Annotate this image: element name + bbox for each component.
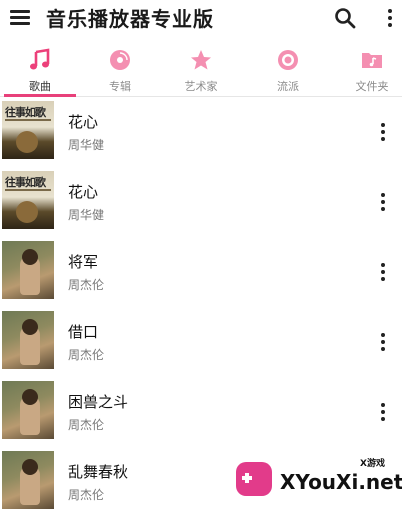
tab-albums[interactable]: 专辑	[80, 40, 160, 96]
more-vertical-icon	[388, 9, 393, 30]
tab-songs[interactable]: 歌曲	[0, 40, 80, 97]
star-icon	[191, 50, 211, 70]
album-cover	[2, 241, 54, 299]
menu-icon-bar	[10, 22, 30, 25]
song-row[interactable]: 借口 周杰伦	[0, 309, 402, 371]
song-title: 困兽之斗	[68, 393, 129, 411]
album-cover: 往事如歌	[2, 171, 54, 229]
menu-icon-bar	[10, 16, 30, 19]
song-artist: 周杰伦	[68, 278, 105, 292]
menu-icon-bar	[10, 10, 30, 13]
song-artist: 周杰伦	[68, 418, 105, 432]
song-more-button[interactable]	[374, 261, 394, 283]
song-title: 借口	[68, 323, 99, 341]
watermark: X游戏 XYouXi.net	[232, 450, 402, 510]
album-cover	[2, 311, 54, 369]
folder-music-icon	[362, 53, 382, 68]
tab-label: 艺术家	[184, 80, 218, 93]
search-icon	[335, 8, 356, 29]
tab-bar: 歌曲 专辑 艺术家 流派 文件夹	[0, 40, 402, 97]
disc-icon	[110, 50, 130, 70]
song-row[interactable]: 往事如歌 花心 周华健	[0, 169, 402, 231]
tab-label: 专辑	[109, 80, 131, 93]
genre-disc-icon	[278, 50, 298, 70]
watermark-small-label: X游戏	[360, 459, 385, 469]
app-title: 音乐播放器专业版	[46, 7, 214, 31]
music-note-icon	[30, 48, 50, 70]
more-vertical-icon	[381, 263, 386, 284]
song-artist: 周杰伦	[68, 488, 105, 502]
album-cover	[2, 381, 54, 439]
active-tab-indicator	[4, 94, 76, 97]
song-more-button[interactable]	[374, 331, 394, 353]
tab-genres[interactable]: 流派	[248, 40, 328, 96]
song-row[interactable]: 将军 周杰伦	[0, 239, 402, 301]
song-title: 花心	[68, 183, 99, 201]
tab-label: 歌曲	[29, 80, 51, 93]
cover-text: 往事如歌	[5, 176, 46, 189]
more-vertical-icon	[381, 333, 386, 354]
song-more-button[interactable]	[374, 401, 394, 423]
song-title: 花心	[68, 113, 99, 131]
song-artist: 周华健	[68, 138, 105, 152]
tab-artists[interactable]: 艺术家	[161, 40, 241, 96]
song-title: 乱舞春秋	[68, 463, 129, 481]
song-artist: 周杰伦	[68, 348, 105, 362]
album-cover	[2, 451, 54, 509]
menu-button[interactable]	[10, 8, 32, 28]
more-vertical-icon	[381, 403, 386, 424]
gamepad-logo-icon	[236, 462, 272, 496]
tab-label: 文件夹	[355, 80, 389, 93]
app-bar: 音乐播放器专业版	[0, 0, 402, 36]
tab-folders[interactable]: 文件夹	[332, 40, 402, 96]
search-button[interactable]	[333, 6, 357, 30]
more-vertical-icon	[381, 123, 386, 144]
more-vertical-icon	[381, 193, 386, 214]
album-cover: 往事如歌	[2, 101, 54, 159]
cover-text: 往事如歌	[5, 106, 46, 119]
song-title: 将军	[68, 253, 99, 271]
song-row[interactable]: 困兽之斗 周杰伦	[0, 379, 402, 441]
watermark-brand: XYouXi.net	[280, 470, 402, 494]
tab-label: 流派	[277, 80, 299, 93]
song-row[interactable]: 往事如歌 花心 周华健	[0, 99, 402, 161]
song-artist: 周华健	[68, 208, 105, 222]
more-options-button[interactable]	[381, 7, 401, 31]
song-more-button[interactable]	[374, 121, 394, 143]
song-more-button[interactable]	[374, 191, 394, 213]
